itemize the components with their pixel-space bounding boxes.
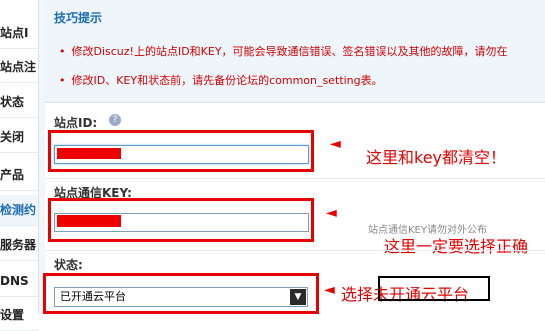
annotation-box-status (43, 273, 319, 314)
sidebar-item-label: 关闭 (0, 130, 25, 144)
main-content: 技巧提示 • 修改Discuz!上的站点ID和KEY，可能会导致通信错误、签名错误… (43, 0, 545, 314)
tips-line: • 修改ID、KEY和状态前，请先备份论坛的common_setting表。 (59, 72, 383, 88)
bullet-icon: • (59, 45, 66, 58)
bullet-icon: • (59, 74, 66, 87)
sidebar-item-label: 产品 (0, 168, 25, 182)
sidebar-item-label: 设置 (0, 308, 25, 322)
divider (45, 250, 545, 251)
sidebar-item-product[interactable]: 产品 (0, 160, 38, 191)
sidebar-item-dns[interactable]: DNS (0, 266, 38, 297)
sidebar-item-label: 站点I (0, 26, 29, 40)
annotation-box-site-id (48, 130, 314, 172)
sidebar: 站点I 站点注 状态 关闭 产品 检测约 服务器 DNS 设置 (0, 0, 39, 331)
site-id-label: 站点ID: (54, 116, 98, 130)
tips-line: • 修改Discuz!上的站点ID和KEY，可能会导致通信错误、签名错误以及其他的… (59, 43, 508, 59)
annotation-note-choose-prefix: 选择 (341, 285, 374, 304)
annotation-box-value (378, 276, 490, 301)
tips-panel: 技巧提示 • 修改Discuz!上的站点ID和KEY，可能会导致通信错误、签名错误… (45, 0, 545, 103)
help-icon[interactable]: ? (109, 114, 121, 126)
sidebar-item-status[interactable]: 状态 (0, 87, 38, 118)
tips-line-text: 修改ID、KEY和状态前，请先备份论坛的common_setting表。 (71, 74, 383, 87)
sidebar-item-label: DNS (0, 274, 29, 288)
status-label: 状态: (54, 258, 83, 272)
sidebar-item-settings[interactable]: 设置 (0, 300, 38, 331)
tips-line-text: 修改Discuz!上的站点ID和KEY，可能会导致通信错误、签名错误以及其他的故… (71, 45, 508, 58)
annotation-box-site-key (48, 198, 314, 242)
sidebar-item-server[interactable]: 服务器 (0, 230, 38, 261)
sidebar-item-close[interactable]: 关闭 (0, 122, 38, 153)
annotation-note-select: 这里一定要选择正确 (384, 237, 529, 256)
arrow-left-icon: ◄ (324, 282, 335, 298)
sidebar-item-site-id[interactable]: 站点I (0, 18, 38, 49)
divider (45, 178, 545, 179)
annotation-note-clear: 这里和key都清空！ (366, 148, 507, 167)
sidebar-item-label: 状态 (0, 95, 25, 109)
sidebar-item-site-register[interactable]: 站点注 (0, 52, 38, 83)
tips-title: 技巧提示 (54, 11, 103, 25)
sidebar-item-label: 服务器 (0, 238, 37, 252)
sidebar-item-label: 站点注 (0, 60, 37, 74)
arrow-left-icon: ◄ (326, 205, 337, 221)
sidebar-item-check[interactable]: 检测约 (0, 195, 38, 226)
sidebar-item-label: 检测约 (0, 203, 37, 217)
arrow-left-icon: ◄ (330, 136, 341, 152)
